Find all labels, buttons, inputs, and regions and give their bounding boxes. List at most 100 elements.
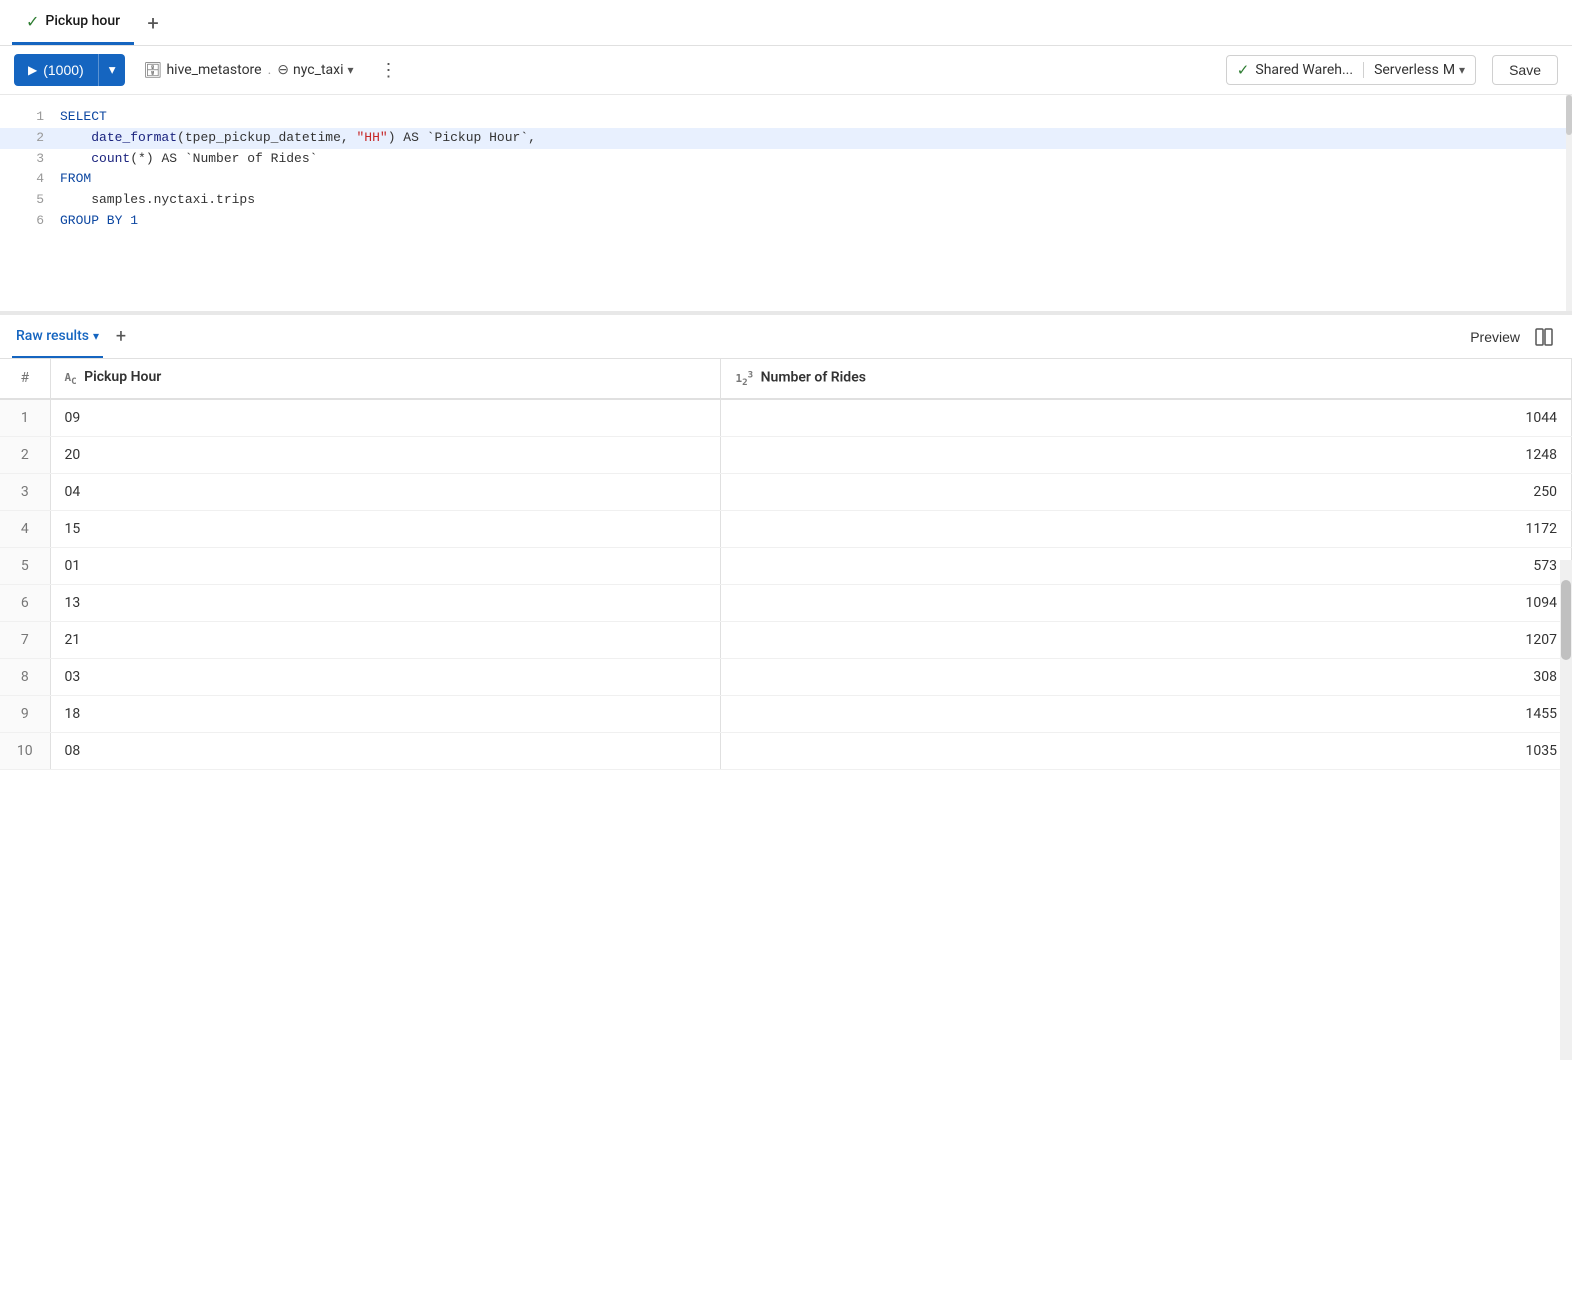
warehouse-selector[interactable]: ✓ Shared Wareh... Serverless M ▾ (1226, 55, 1476, 85)
dropdown-icon: ▾ (109, 62, 116, 78)
results-section: Raw results ▾ + Preview # AC Pickup Hour (0, 315, 1572, 770)
tab-pickup-hour[interactable]: ✓ Pickup hour (12, 0, 134, 45)
cell-row-num: 10 (0, 732, 50, 769)
cell-pickup-hour: 13 (50, 584, 721, 621)
tab-check-icon: ✓ (26, 12, 39, 31)
editor-scrollbar-thumb (1566, 95, 1572, 135)
code-editor[interactable]: 1 SELECT 2 date_format(tpep_pickup_datet… (0, 95, 1572, 315)
db-dropdown-icon: ▾ (348, 63, 354, 77)
schema-name: nyc_taxi (293, 62, 343, 78)
line-number-3: 3 (8, 149, 44, 170)
cell-num-rides: 1044 (721, 399, 1572, 437)
layout-icon (1534, 327, 1554, 347)
cell-row-num: 6 (0, 584, 50, 621)
cell-num-rides: 1094 (721, 584, 1572, 621)
table-row: 304250 (0, 473, 1572, 510)
cell-num-rides: 1035 (721, 732, 1572, 769)
cell-pickup-hour: 04 (50, 473, 721, 510)
table-row: 10081035 (0, 732, 1572, 769)
cell-num-rides: 250 (721, 473, 1572, 510)
tab-bar: ✓ Pickup hour + (0, 0, 1572, 46)
separator-dot: . (268, 62, 272, 78)
cell-pickup-hour: 18 (50, 695, 721, 732)
cell-pickup-hour: 01 (50, 547, 721, 584)
line-number-2: 2 (8, 128, 44, 149)
tab-add-button[interactable]: + (138, 8, 168, 38)
preview-button[interactable]: Preview (1462, 325, 1528, 349)
line-number-5: 5 (8, 190, 44, 211)
cell-num-rides: 308 (721, 658, 1572, 695)
cell-row-num: 3 (0, 473, 50, 510)
warehouse-check-icon: ✓ (1237, 61, 1250, 79)
run-dropdown-button[interactable]: ▾ (98, 54, 126, 86)
cell-row-num: 4 (0, 510, 50, 547)
cell-pickup-hour: 08 (50, 732, 721, 769)
num-rides-type-icon: 123 (735, 372, 753, 385)
results-table: # AC Pickup Hour 123 Number of Rides 109… (0, 359, 1572, 770)
results-tab-dropdown[interactable]: ▾ (93, 329, 99, 343)
code-content-5: samples.nyctaxi.trips (60, 190, 1564, 211)
play-icon: ▶ (28, 63, 37, 77)
code-line-3: 3 count(*) AS `Number of Rides` (0, 149, 1572, 170)
col-header-num-rides[interactable]: 123 Number of Rides (721, 359, 1572, 399)
col-header-pickup-hour-label: Pickup Hour (84, 369, 161, 385)
cell-row-num: 7 (0, 621, 50, 658)
cell-num-rides: 1248 (721, 436, 1572, 473)
cell-pickup-hour: 03 (50, 658, 721, 695)
warehouse-type-label: Serverless (1374, 62, 1439, 78)
col-header-num: # (0, 359, 50, 399)
table-row: 2201248 (0, 436, 1572, 473)
toolbar: ▶ (1000) ▾ 🗄 hive_metastore . ⊖ nyc_taxi… (0, 46, 1572, 95)
warehouse-name: Shared Wareh... (1255, 62, 1353, 78)
cell-row-num: 1 (0, 399, 50, 437)
code-content-4: FROM (60, 169, 1564, 190)
code-line-5: 5 samples.nyctaxi.trips (0, 190, 1572, 211)
run-button-group: ▶ (1000) ▾ (14, 54, 125, 86)
table-row: 7211207 (0, 621, 1572, 658)
code-content-3: count(*) AS `Number of Rides` (60, 149, 1564, 170)
editor-scrollbar (1566, 95, 1572, 311)
results-tabs-bar: Raw results ▾ + Preview (0, 315, 1572, 359)
run-button[interactable]: ▶ (1000) (14, 54, 98, 86)
code-line-2: 2 date_format(tpep_pickup_datetime, "HH"… (0, 128, 1572, 149)
cell-row-num: 9 (0, 695, 50, 732)
results-tab-label: Raw results (16, 328, 89, 344)
line-number-6: 6 (8, 211, 44, 232)
cell-num-rides: 573 (721, 547, 1572, 584)
col-header-pickup-hour[interactable]: AC Pickup Hour (50, 359, 721, 399)
db-name: hive_metastore (166, 62, 261, 78)
cell-pickup-hour: 20 (50, 436, 721, 473)
table-row: 1091044 (0, 399, 1572, 437)
save-button[interactable]: Save (1492, 55, 1558, 85)
warehouse-type-section: Serverless M ▾ (1363, 62, 1465, 78)
layout-button[interactable] (1528, 323, 1560, 351)
cell-row-num: 2 (0, 436, 50, 473)
code-line-6: 6 GROUP BY 1 (0, 211, 1572, 232)
line-number-4: 4 (8, 169, 44, 190)
cell-num-rides: 1172 (721, 510, 1572, 547)
more-options-button[interactable]: ⋮ (372, 56, 406, 85)
data-table-container: # AC Pickup Hour 123 Number of Rides 109… (0, 359, 1572, 770)
pickup-hour-type-icon: AC (65, 371, 77, 384)
results-tab-raw[interactable]: Raw results ▾ (12, 315, 103, 358)
results-add-tab-button[interactable]: + (107, 323, 135, 351)
database-icon: 🗄 (143, 61, 162, 79)
cell-num-rides: 1207 (721, 621, 1572, 658)
table-row: 9181455 (0, 695, 1572, 732)
table-header-row: # AC Pickup Hour 123 Number of Rides (0, 359, 1572, 399)
page-scrollbar[interactable] (1560, 560, 1572, 1060)
code-content-2: date_format(tpep_pickup_datetime, "HH") … (60, 128, 1564, 149)
schema-icon: ⊖ (277, 62, 289, 78)
run-label: (1000) (43, 62, 83, 78)
page-scrollbar-thumb (1561, 580, 1571, 660)
code-line-4: 4 FROM (0, 169, 1572, 190)
line-number-1: 1 (8, 107, 44, 128)
col-header-num-rides-label: Number of Rides (761, 370, 866, 386)
warehouse-size-label: M (1443, 62, 1455, 78)
cell-row-num: 5 (0, 547, 50, 584)
db-selector[interactable]: 🗄 hive_metastore . ⊖ nyc_taxi ▾ (133, 55, 363, 85)
code-content-1: SELECT (60, 107, 1564, 128)
cell-pickup-hour: 15 (50, 510, 721, 547)
cell-num-rides: 1455 (721, 695, 1572, 732)
tab-label: Pickup hour (45, 13, 120, 29)
